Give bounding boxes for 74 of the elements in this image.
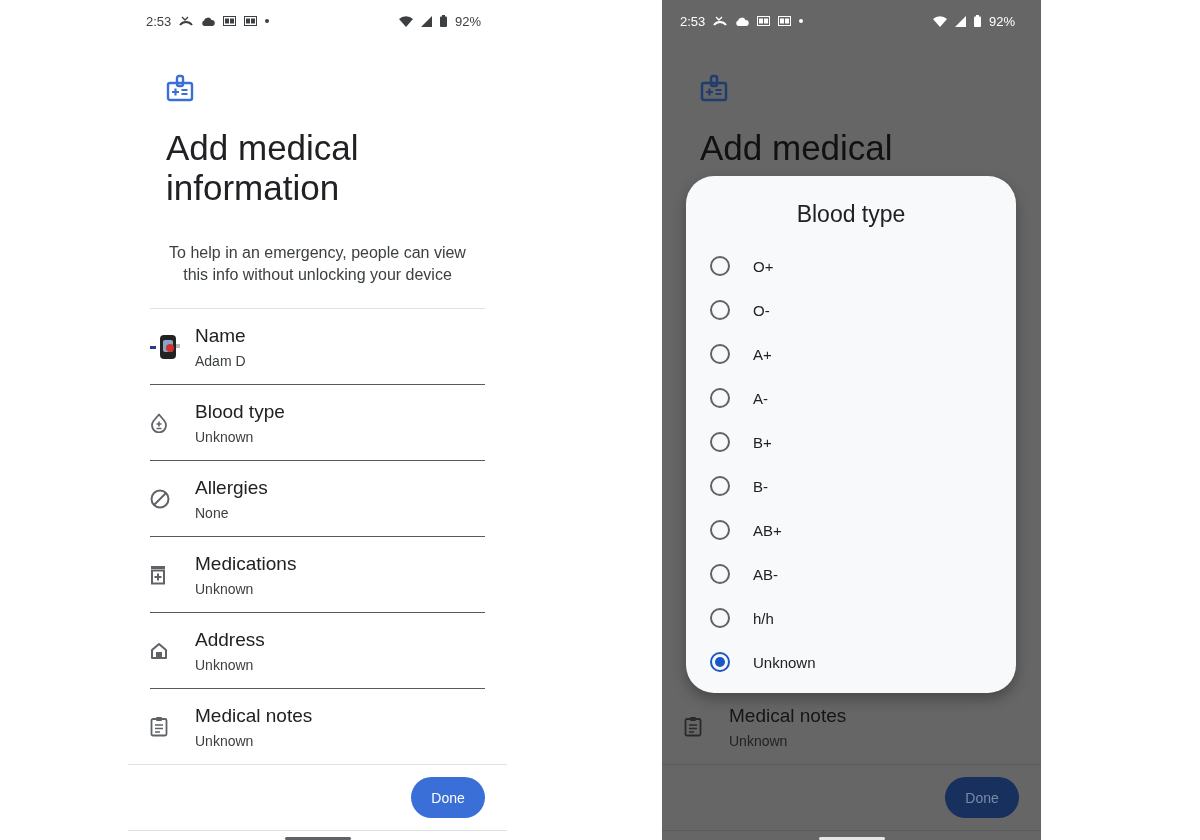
- radio-button[interactable]: [710, 652, 730, 672]
- dialog-title: Blood type: [795, 200, 907, 228]
- row-label: Medical notes: [195, 703, 313, 728]
- info-row[interactable]: Allergies None: [150, 460, 485, 536]
- signal-icon: [420, 15, 432, 27]
- wifi-icon: [932, 15, 947, 27]
- page-title: Add medical information: [166, 128, 360, 208]
- option-label: O-: [753, 301, 770, 319]
- card-icon: [778, 16, 792, 26]
- missed-call-icon: [179, 16, 194, 26]
- radio-button[interactable]: [710, 608, 730, 628]
- row-label: Name: [195, 323, 246, 348]
- radio-button[interactable]: [710, 388, 730, 408]
- wifi-icon: [398, 15, 413, 27]
- row-value: Unknown: [195, 731, 255, 750]
- battery-icon: [973, 15, 981, 27]
- row-label: Address: [195, 627, 265, 652]
- info-row[interactable]: Blood type Unknown: [150, 384, 485, 460]
- row-value: None: [195, 503, 230, 522]
- card-icon: [757, 16, 771, 26]
- row-label: Allergies: [195, 475, 268, 500]
- row-value: Unknown: [195, 655, 255, 674]
- radio-button[interactable]: [710, 256, 730, 276]
- info-row[interactable]: Medical notes Unknown: [150, 688, 485, 764]
- clipboard-icon: [150, 716, 168, 737]
- option-label: A+: [753, 345, 772, 363]
- status-time: 2:53: [680, 13, 706, 29]
- description-text: To help in an emergency, people can view this info without unlocking your device: [168, 243, 467, 285]
- medical-id-icon: [166, 74, 194, 102]
- row-value: Unknown: [729, 731, 789, 750]
- battery-level: 92%: [454, 13, 481, 29]
- card-icon: [223, 16, 237, 26]
- option-label: B-: [753, 477, 768, 495]
- medicine-icon: [150, 564, 166, 585]
- option-label: AB+: [753, 521, 782, 539]
- option-label: B+: [753, 433, 772, 451]
- row-value: Unknown: [195, 427, 255, 446]
- info-row[interactable]: Medications Unknown: [150, 536, 485, 612]
- home-icon: [150, 641, 168, 660]
- card-icon: [244, 16, 258, 26]
- home-indicator[interactable]: [284, 837, 351, 840]
- medical-id-icon: [700, 74, 728, 102]
- row-label: Medical notes: [729, 703, 847, 728]
- radio-button[interactable]: [710, 520, 730, 540]
- cloud-icon: [735, 16, 750, 26]
- clipboard-icon: [684, 716, 702, 737]
- option-label: A-: [753, 389, 768, 407]
- page-title: Add medical: [700, 128, 894, 168]
- radio-button[interactable]: [710, 476, 730, 496]
- row-value: Unknown: [195, 579, 255, 598]
- drop-icon: [150, 412, 168, 433]
- radio-button[interactable]: [710, 432, 730, 452]
- done-button[interactable]: Done: [945, 777, 1019, 818]
- row-value: Adam D: [195, 351, 246, 370]
- option-label: O+: [753, 257, 774, 275]
- row-label: Medications: [195, 551, 297, 576]
- radio-button[interactable]: [710, 300, 730, 320]
- signal-icon: [954, 15, 966, 27]
- info-row[interactable]: Address Unknown: [150, 612, 485, 688]
- option-label: AB-: [753, 565, 778, 583]
- dot-icon: [265, 19, 270, 23]
- done-button[interactable]: Done: [411, 777, 485, 818]
- row-label: Blood type: [195, 399, 285, 424]
- dot-icon: [799, 19, 804, 23]
- battery-icon: [439, 15, 447, 27]
- option-label: h/h: [753, 609, 774, 627]
- missed-call-icon: [713, 16, 728, 26]
- status-time: 2:53: [146, 13, 172, 29]
- radio-button[interactable]: [710, 344, 730, 364]
- option-label: Unknown: [753, 653, 816, 671]
- cloud-icon: [201, 16, 216, 26]
- prohibited-icon: [150, 488, 170, 509]
- radio-button[interactable]: [710, 564, 730, 584]
- battery-level: 92%: [988, 13, 1015, 29]
